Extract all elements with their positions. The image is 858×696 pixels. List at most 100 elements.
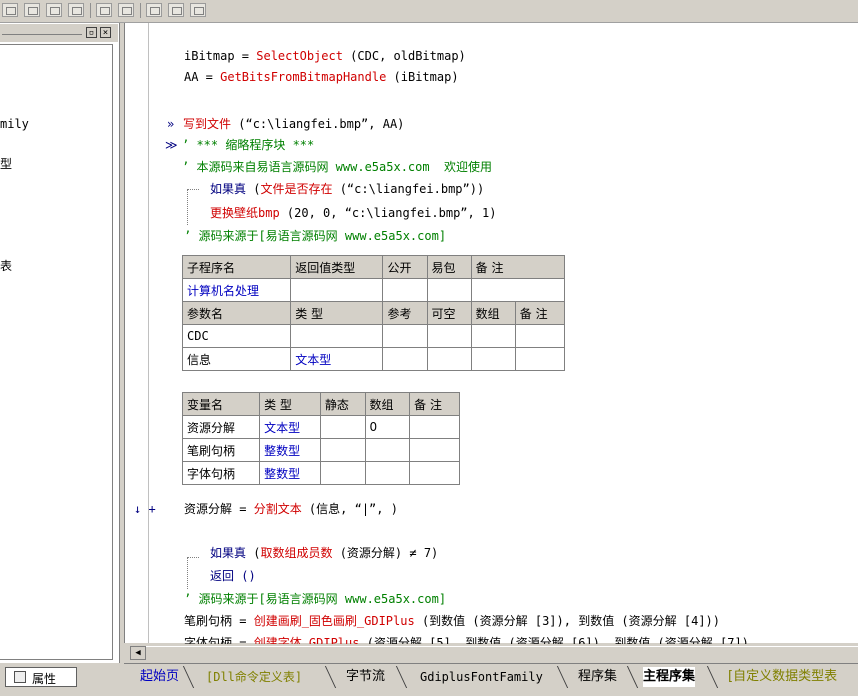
table-row[interactable]: CDC	[181, 324, 566, 348]
tab-gdiplus-font-family[interactable]: GdiplusFontFamily	[420, 667, 543, 687]
param-name[interactable]: CDC	[181, 324, 292, 348]
table-cell[interactable]	[409, 438, 460, 462]
column-header: 数组	[470, 301, 516, 325]
left-panel-titlebar: ▫ ×	[0, 24, 118, 42]
code-text: (iBitmap)	[386, 70, 459, 84]
var-name[interactable]: 笔刷句柄	[181, 438, 261, 462]
tab-start-page[interactable]: 起始页	[140, 667, 179, 687]
align-top-icon[interactable]	[46, 3, 62, 17]
current-line-marker: ↓ +	[134, 502, 156, 516]
tree-item[interactable]: mily	[0, 117, 29, 131]
column-header: 易包	[426, 255, 472, 279]
horizontal-scrollbar[interactable]: ◀	[128, 645, 858, 661]
code-line-current[interactable]: 资源分解 = 分割文本 (信息, “|”, )	[184, 501, 398, 517]
project-tree[interactable]: mily 型 表	[0, 44, 113, 660]
function-call: GetBitsFromBitmapHandle	[220, 70, 387, 84]
table-cell[interactable]	[290, 278, 384, 302]
space-horizontal-icon[interactable]	[96, 3, 112, 17]
column-header: 备 注	[470, 255, 566, 279]
column-header: 静态	[319, 392, 366, 416]
subroutine-name[interactable]: 计算机名处理	[181, 278, 292, 302]
column-header: 数组	[364, 392, 411, 416]
scroll-track[interactable]	[146, 646, 858, 661]
table-cell[interactable]	[426, 278, 472, 302]
table-cell[interactable]	[470, 347, 516, 371]
same-size-icon[interactable]	[190, 3, 206, 17]
var-name[interactable]: 字体句柄	[181, 461, 261, 485]
table-row[interactable]: 资源分解 文本型 0	[181, 415, 460, 439]
table-cell[interactable]	[409, 461, 460, 485]
code-line[interactable]: 笔刷句柄 = 创建画刷_固色画刷_GDIPlus (到数值 (资源分解 [3])…	[184, 613, 720, 629]
table-cell[interactable]	[319, 461, 366, 485]
table-cell[interactable]	[470, 324, 516, 348]
table-cell[interactable]	[409, 415, 460, 439]
comment-line: ’ 源码来源于[易语言源码网 www.e5a5x.com]	[184, 592, 447, 606]
tab-dll-commands[interactable]: [Dll命令定义表]	[206, 667, 302, 687]
code-line[interactable]: 更换壁纸bmp (20, 0, “c:\liangfei.bmp”, 1)	[210, 205, 496, 221]
toolbar-separator	[140, 3, 141, 18]
table-cell[interactable]	[382, 324, 428, 348]
var-type[interactable]: 整数型	[259, 438, 321, 462]
var-array[interactable]: 0	[364, 415, 411, 439]
table-cell[interactable]	[514, 324, 566, 348]
code-line[interactable]: 写到文件 (“c:\liangfei.bmp”, AA)	[183, 116, 404, 132]
var-array[interactable]	[364, 438, 411, 462]
gutter-divider	[148, 23, 149, 643]
table-cell[interactable]	[470, 278, 566, 302]
collapsed-block[interactable]: ’ *** 缩略程序块 ***	[182, 137, 314, 153]
align-middle-icon[interactable]	[68, 3, 84, 17]
scroll-left-icon[interactable]: ◀	[130, 646, 146, 660]
table-row[interactable]: 字体句柄 整数型	[181, 461, 460, 485]
table-cell[interactable]	[382, 347, 428, 371]
var-name[interactable]: 资源分解	[181, 415, 261, 439]
table-cell[interactable]	[426, 347, 472, 371]
var-type[interactable]: 整数型	[259, 461, 321, 485]
table-cell[interactable]	[319, 415, 366, 439]
var-type[interactable]: 文本型	[259, 415, 321, 439]
flow-line	[187, 189, 199, 190]
table-cell[interactable]	[514, 347, 566, 371]
tab-custom-data-types[interactable]: [自定义数据类型表	[728, 667, 837, 687]
code-line[interactable]: 如果真 (取数组成员数 (资源分解) ≠ 7)	[210, 545, 438, 561]
table-row[interactable]: 笔刷句柄 整数型	[181, 438, 460, 462]
table-cell[interactable]	[426, 324, 472, 348]
column-header: 备 注	[514, 301, 566, 325]
tab-main-program-set[interactable]: 主程序集	[643, 667, 696, 687]
function-call: 分割文本	[253, 502, 302, 516]
code-text: (到数值 (资源分解 [3]), 到数值 (资源分解 [4]))	[414, 614, 720, 628]
align-center-icon[interactable]	[24, 3, 40, 17]
code-line[interactable]: 如果真 (文件是否存在 (“c:\liangfei.bmp”))	[210, 181, 484, 197]
same-height-icon[interactable]	[168, 3, 184, 17]
close-icon[interactable]: ×	[100, 27, 111, 38]
table-row[interactable]: 信息 文本型	[181, 347, 566, 371]
code-line[interactable]: iBitmap = SelectObject (CDC, oldBitmap)	[184, 48, 466, 64]
column-header: 备 注	[409, 392, 460, 416]
code-line[interactable]: AA = GetBitsFromBitmapHandle (iBitmap)	[184, 69, 459, 85]
expand-block-icon[interactable]: ≫	[165, 137, 178, 153]
param-type[interactable]: 文本型	[290, 347, 384, 371]
align-left-icon[interactable]	[2, 3, 18, 17]
column-header: 可空	[426, 301, 472, 325]
tab-program-set[interactable]: 程序集	[578, 667, 617, 687]
var-array[interactable]	[364, 461, 411, 485]
restore-icon[interactable]: ▫	[86, 27, 97, 38]
code-line[interactable]: 返回 ()	[210, 568, 256, 584]
space-vertical-icon[interactable]	[118, 3, 134, 17]
table-cell[interactable]	[382, 278, 428, 302]
code-text: (CDC, oldBitmap)	[342, 49, 466, 63]
properties-tab[interactable]: 属性	[5, 667, 77, 687]
code-text: (资源分解) ≠ 7)	[332, 546, 439, 560]
function-call: 取数组成员数	[260, 546, 333, 560]
tree-item[interactable]: 型	[0, 155, 12, 172]
tab-byte-stream[interactable]: 字节流	[346, 667, 385, 687]
same-width-icon[interactable]	[146, 3, 162, 17]
tree-item[interactable]: 表	[0, 257, 12, 274]
function-call: 文件是否存在	[260, 182, 333, 196]
param-name[interactable]: 信息	[181, 347, 292, 371]
keyword: 如果真	[210, 182, 247, 196]
code-line[interactable]: 字体句柄 = 创建字体_GDIPlus (资源分解 [5], 到数值 (资源分解…	[184, 635, 756, 644]
param-type[interactable]	[290, 324, 384, 348]
toolbar-separator	[90, 3, 91, 18]
code-text: 笔刷句柄 =	[184, 614, 254, 628]
table-cell[interactable]	[319, 438, 366, 462]
